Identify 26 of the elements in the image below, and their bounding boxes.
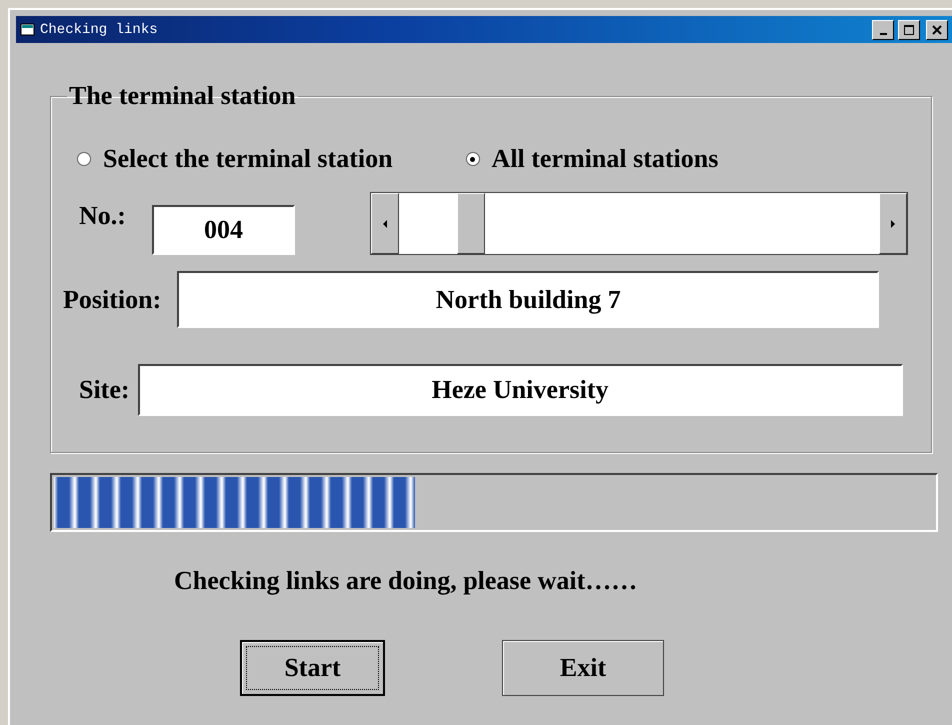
- position-field[interactable]: North building 7: [177, 271, 880, 328]
- maximize-icon: [904, 24, 914, 34]
- dialog-button[interactable]: Start: [240, 640, 385, 696]
- scrollbar[interactable]: [370, 192, 908, 255]
- minimize-icon: [880, 32, 886, 34]
- window-title: Checking links: [40, 22, 159, 38]
- site-field[interactable]: Heze University: [138, 364, 903, 416]
- maximize-button[interactable]: [898, 20, 920, 40]
- scroll-right-button[interactable]: [878, 193, 907, 254]
- site-label: Site:: [79, 375, 130, 405]
- left-arrow-icon: [382, 220, 387, 228]
- number-field[interactable]: 004: [152, 204, 295, 254]
- radio-button[interactable]: [77, 152, 91, 166]
- status-text: Checking links are doing, please wait……: [174, 566, 638, 596]
- scroll-left-button[interactable]: [370, 193, 399, 254]
- close-icon: [932, 24, 942, 34]
- app-icon: [20, 22, 36, 36]
- position-label: Position:: [63, 284, 162, 314]
- dialog-button[interactable]: Exit: [502, 640, 664, 696]
- number-label: No.:: [79, 200, 126, 230]
- radio-button[interactable]: [466, 152, 480, 166]
- minimize-button[interactable]: [872, 20, 894, 40]
- right-arrow-icon: [890, 220, 895, 228]
- group-title: The terminal station: [68, 81, 297, 111]
- close-button[interactable]: [926, 20, 948, 40]
- scroll-thumb[interactable]: [456, 193, 485, 254]
